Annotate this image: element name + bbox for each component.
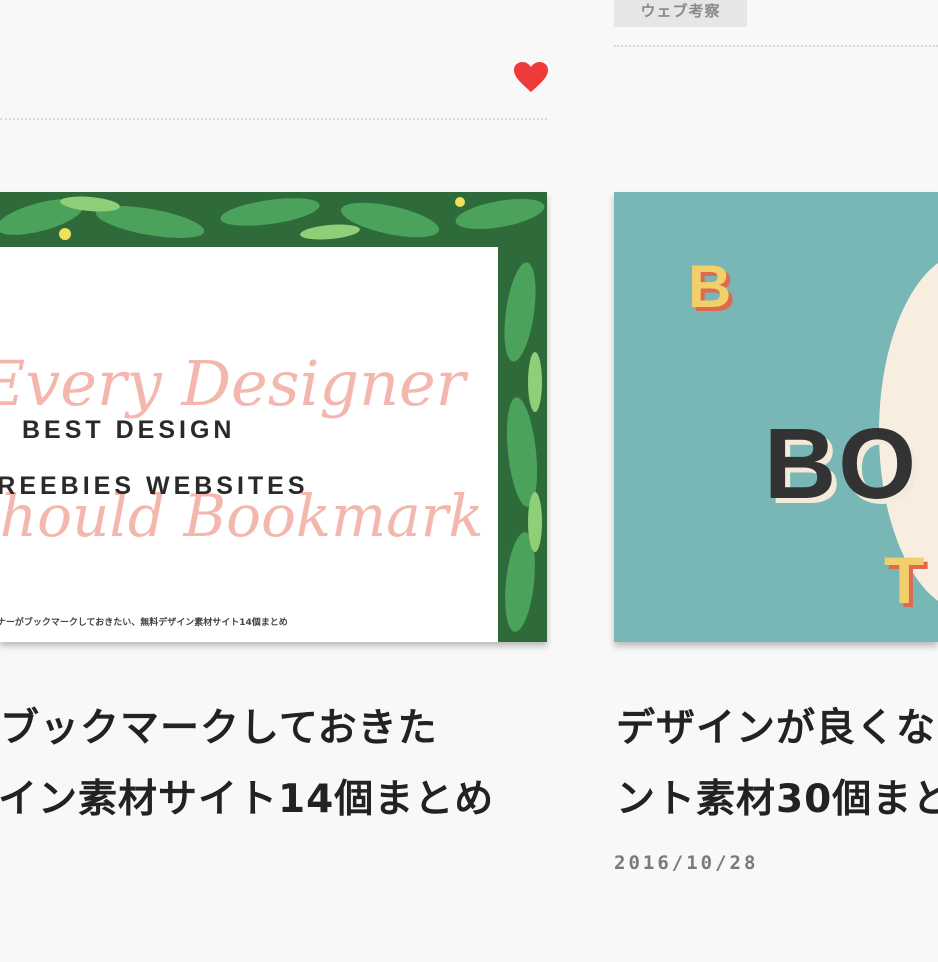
divider [0, 118, 547, 120]
article-thumbnail[interactable]: B BO T [614, 192, 938, 642]
script-line-1: Every Designer [0, 347, 466, 420]
article-title-line-2[interactable]: ント素材30個まと [616, 768, 938, 824]
divider [614, 45, 938, 47]
letter-t: T [884, 543, 925, 617]
image-heading-1: BEST DESIGN [22, 416, 236, 444]
article-title-line-2[interactable]: イン素材サイト14個まとめ [0, 768, 494, 824]
image-heading-2: FREEBIES WEBSITES [0, 472, 309, 500]
letter-b: B [688, 253, 732, 320]
article-title-line-1[interactable]: ブックマークしておきた [0, 697, 438, 753]
heart-icon[interactable] [513, 61, 549, 93]
article-title-line-1[interactable]: デザインが良くな [616, 697, 936, 753]
publish-date: 2016/10/28 [614, 852, 759, 874]
big-text: BO [764, 408, 918, 520]
article-thumbnail[interactable]: Every Designer Should Bookmark BEST DESI… [0, 192, 547, 642]
category-tag[interactable]: ウェブ考察 [614, 0, 747, 27]
image-footer-text: デザイナーがブックマークしておきたい、無料デザイン素材サイト14個まとめ [0, 618, 288, 628]
